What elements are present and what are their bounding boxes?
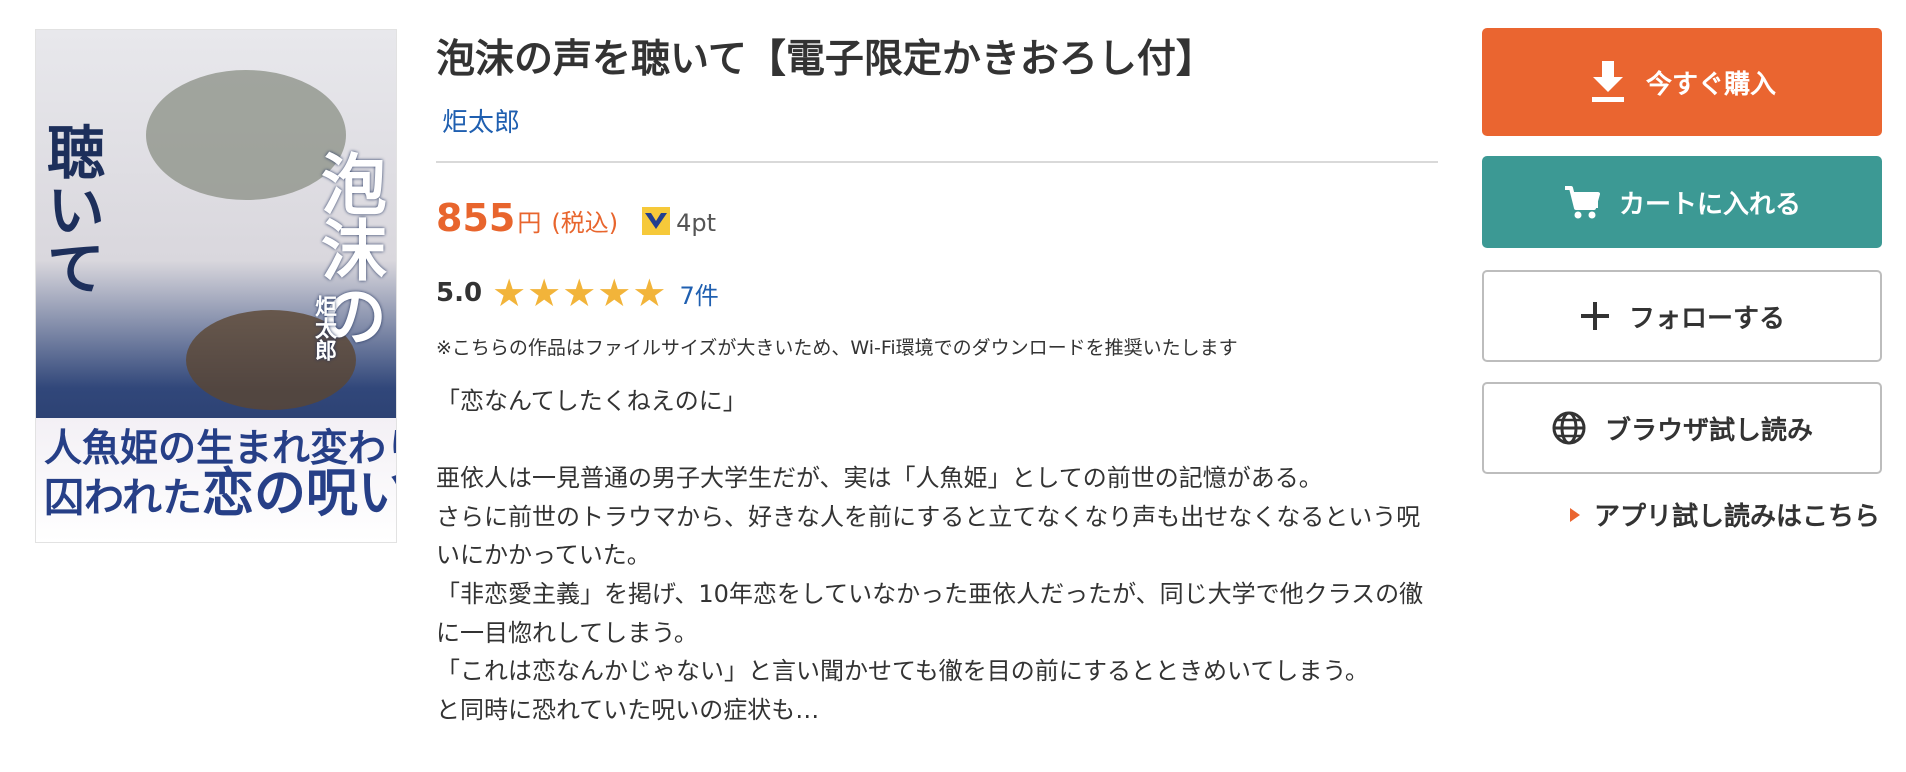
- review-count-link[interactable]: 7件: [679, 276, 718, 311]
- rating-row: 5.0 ★ ★ ★ ★ ★ 7件: [436, 274, 719, 312]
- rating-stars: ★ ★ ★ ★ ★: [492, 274, 667, 312]
- author-link[interactable]: 炬太郎: [442, 102, 520, 139]
- follow-label: フォローする: [1628, 303, 1785, 334]
- cart-label: カートに入れる: [1618, 189, 1801, 220]
- point-icon: [642, 207, 671, 235]
- book-cover-image[interactable]: 泡沫の 聴いて 炬太郎 人魚姫の生まれ変わりが 囚われた恋の呪い: [36, 30, 396, 542]
- points-value: 4pt: [676, 209, 716, 237]
- plus-icon: [1580, 302, 1609, 330]
- synopsis-blank-line: [436, 421, 1426, 460]
- divider: [436, 161, 1438, 163]
- star-icon: ★: [562, 271, 597, 315]
- synopsis-line: さらに前世のトラウマから、好きな人を前にすると立てなくなり声も出せなくなるという…: [436, 502, 1421, 570]
- price-row: 855 円 (税込) 4pt: [436, 196, 716, 240]
- cover-tagline-2: 囚われた恋の呪い: [44, 451, 396, 526]
- triangle-right-icon: [1570, 507, 1580, 522]
- synopsis-line: 「これは恋なんかじゃない」と言い聞かせても徹を目の前にするとときめいてしまう。: [436, 657, 1369, 686]
- cover-tagline-2a: 囚われた: [44, 474, 202, 521]
- star-icon: ★: [527, 271, 562, 315]
- star-icon: ★: [632, 271, 667, 315]
- cart-icon: [1564, 186, 1600, 219]
- synopsis-line: 亜依人は一見普通の男子大学生だが、実は「人魚姫」としての前世の記憶がある。: [436, 464, 1323, 493]
- price-amount: 855: [436, 196, 516, 240]
- buy-now-button[interactable]: 今すぐ購入: [1482, 28, 1882, 136]
- browser-trial-label: ブラウザ試し読み: [1604, 415, 1813, 446]
- book-title: 泡沫の声を聴いて【電子限定かきおろし付】: [436, 37, 1215, 82]
- buy-now-label: 今すぐ購入: [1645, 69, 1776, 100]
- cover-author-vertical: 炬太郎: [311, 295, 337, 361]
- browser-trial-button[interactable]: ブラウザ試し読み: [1482, 382, 1882, 474]
- file-size-notice: ※こちらの作品はファイルサイズが大きいため、Wi-Fi環境でのダウンロードを推奨…: [436, 337, 1238, 359]
- follow-button[interactable]: フォローする: [1482, 270, 1882, 362]
- synopsis-line: 「恋なんてしたくねえのに」: [436, 387, 747, 415]
- synopsis: 「恋なんてしたくねえのに」 亜依人は一見普通の男子大学生だが、実は「人魚姫」とし…: [436, 382, 1426, 729]
- app-trial-link[interactable]: アプリ試し読みはこちら: [1570, 496, 1880, 533]
- cover-tagline-2b: 恋の呪い: [202, 463, 396, 524]
- globe-icon: [1552, 411, 1586, 445]
- tax-note: (税込): [551, 209, 619, 237]
- price-unit: 円: [517, 209, 542, 237]
- synopsis-line: 「非恋愛主義」を掲げ、10年恋をしていなかった亜依人だったが、同じ大学で他クラス…: [436, 579, 1424, 647]
- download-icon: [1591, 61, 1624, 102]
- star-icon: ★: [492, 271, 527, 315]
- app-trial-label: アプリ試し読みはこちら: [1594, 502, 1881, 532]
- add-to-cart-button[interactable]: カートに入れる: [1482, 156, 1882, 248]
- synopsis-line: と同時に恐れていた呪いの症状も…: [436, 695, 820, 724]
- cover-title-vertical-2: 聴いて: [37, 122, 105, 296]
- star-icon: ★: [597, 271, 632, 315]
- rating-score: 5.0: [436, 278, 483, 308]
